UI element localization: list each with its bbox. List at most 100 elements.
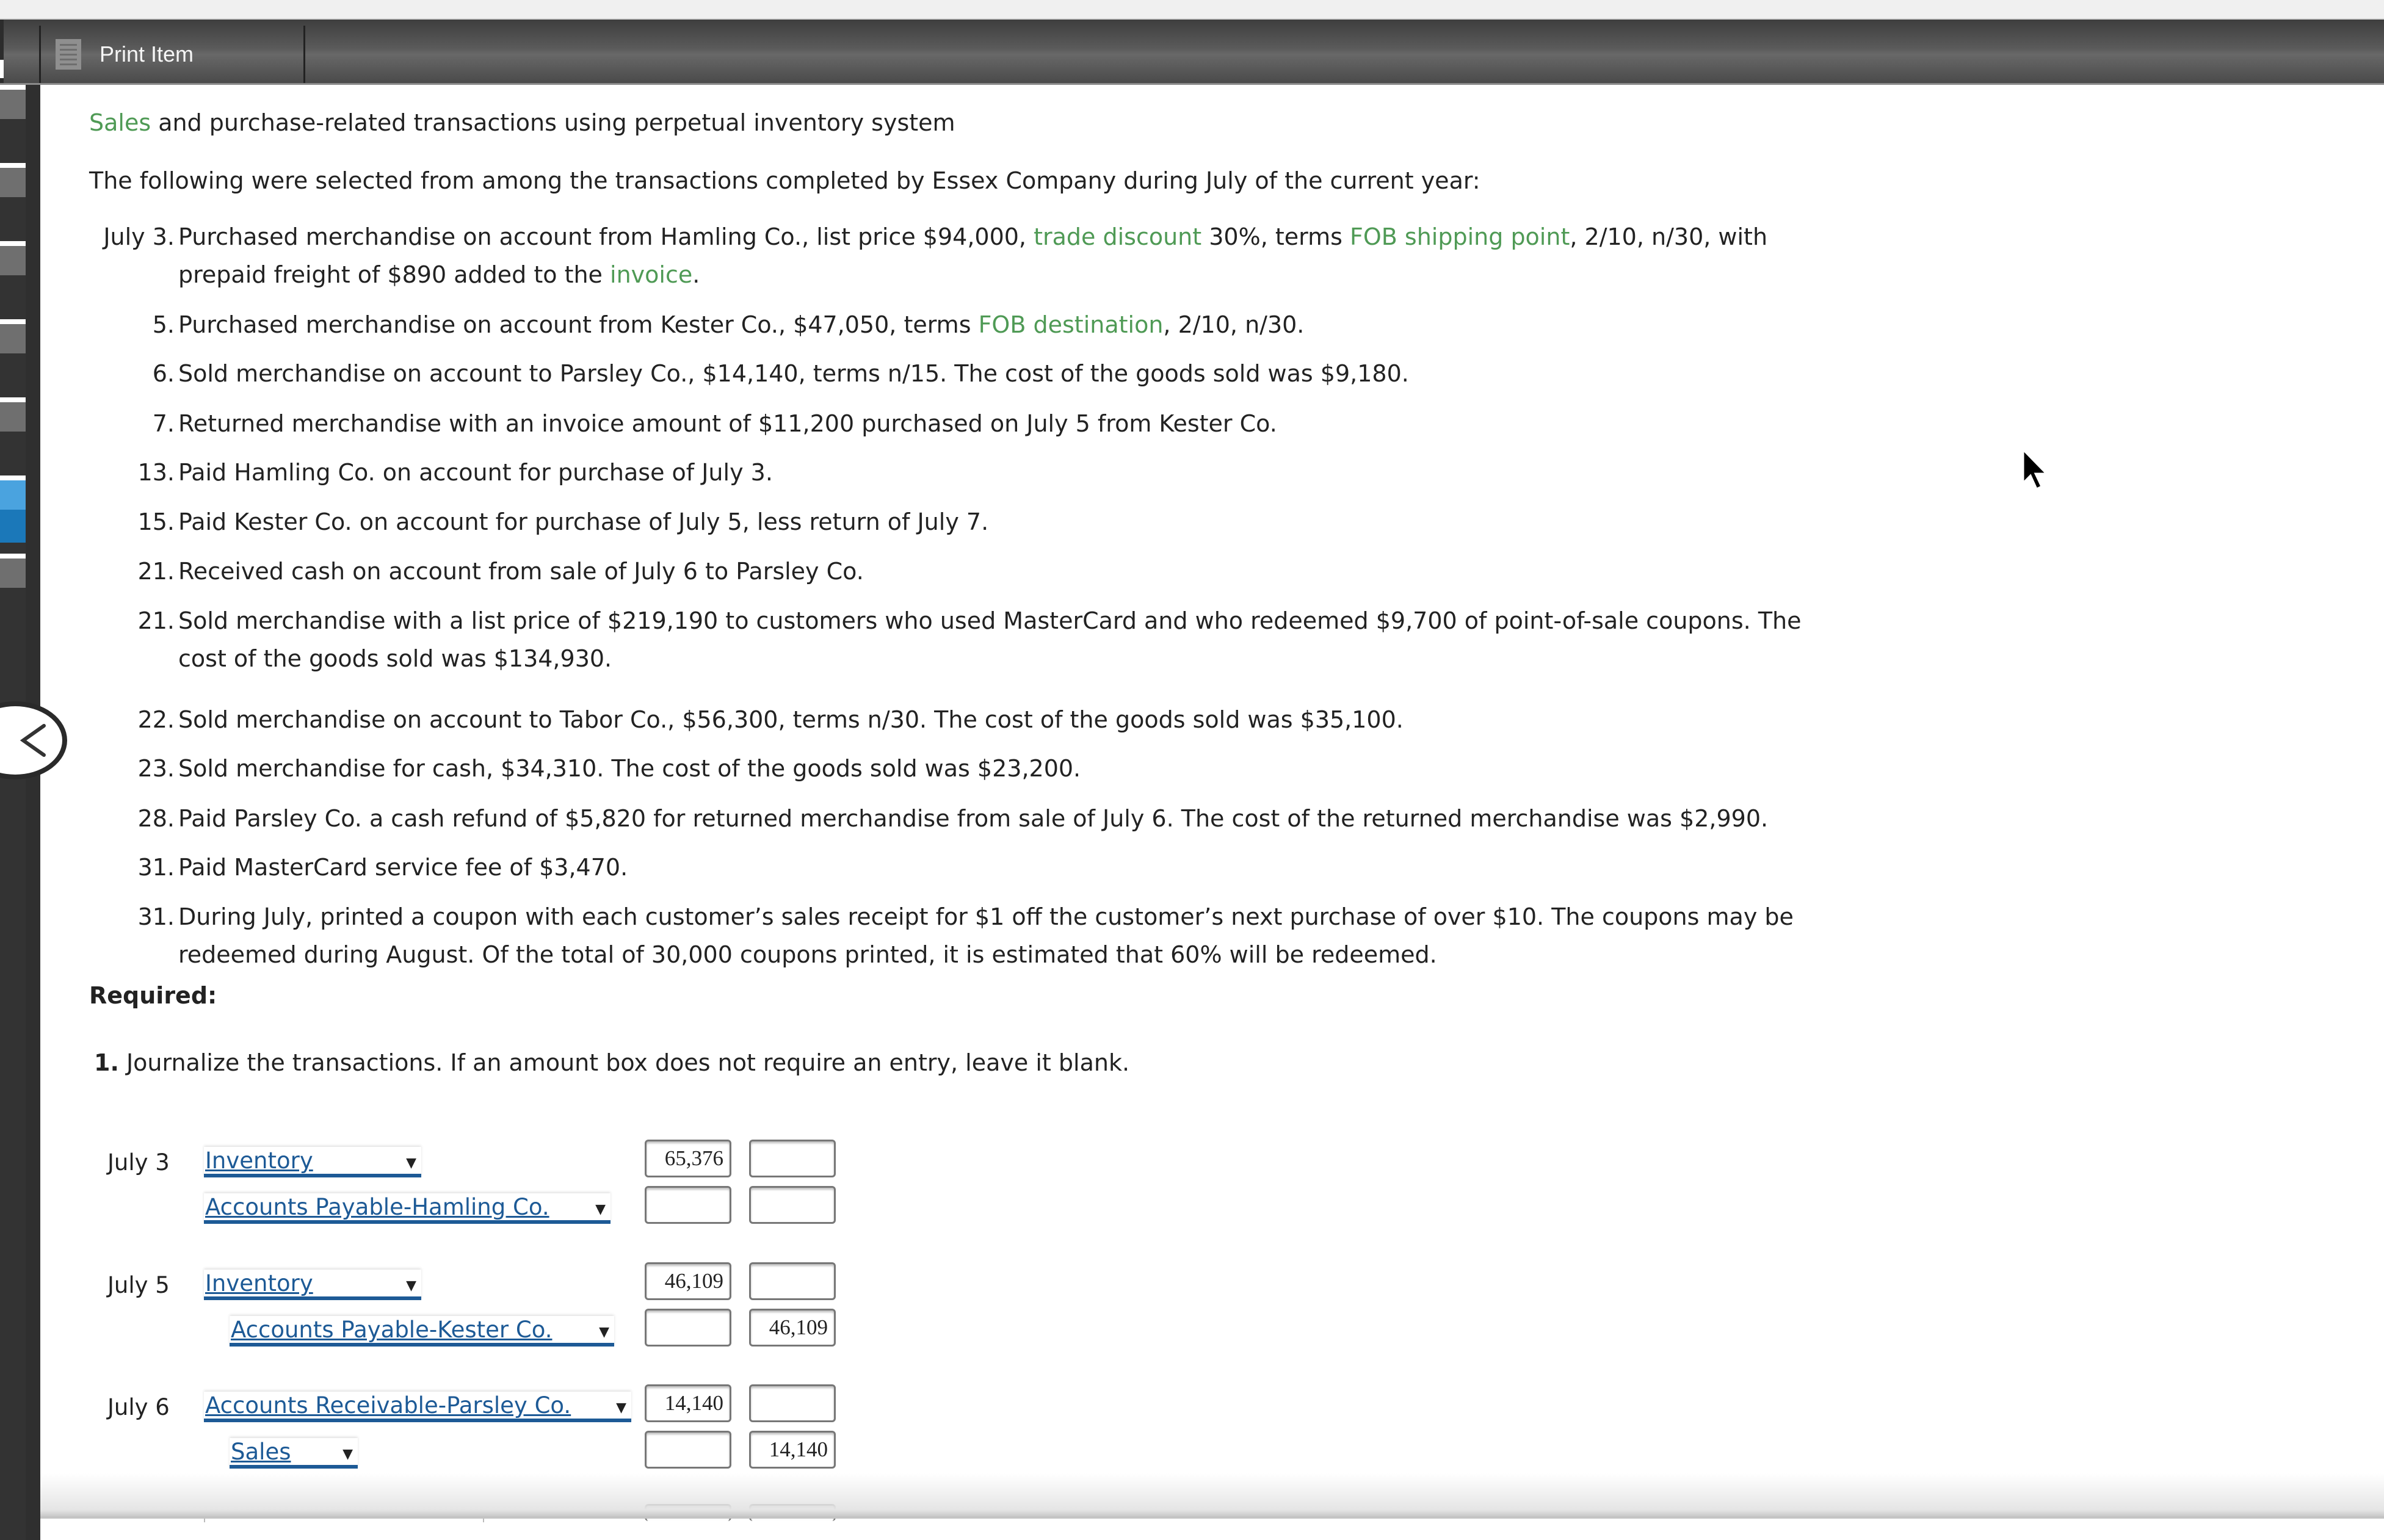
dropdown-caret-icon: ▼ [342, 1447, 353, 1462]
transaction-number: 15. [137, 508, 175, 535]
required-instruction: 1. Journalize the transactions. If an am… [94, 1049, 1130, 1076]
transaction-number: 6. [152, 360, 175, 387]
transaction-text-segment: Paid Kester Co. on account for purchase … [178, 508, 989, 535]
transaction-text: Paid Parsley Co. a cash refund of $5,820… [178, 800, 1768, 837]
transaction-text-segment: During July, printed a coupon with each … [178, 903, 1794, 930]
debit-amount-input[interactable]: 46,109 [645, 1262, 731, 1300]
transaction-text: Paid Kester Co. on account for purchase … [178, 503, 988, 541]
account-select[interactable]: Inventory ▼ [204, 1147, 421, 1177]
transaction-number: 5. [152, 311, 175, 338]
transaction-number: 23. [137, 755, 175, 782]
transaction-text-segment: prepaid freight of $890 added to the [178, 261, 610, 288]
transaction-number: 31. [137, 854, 175, 881]
transaction-text-segment: 30%, terms [1201, 223, 1350, 250]
dropdown-caret-icon: ▼ [595, 1202, 606, 1217]
transaction-text-segment: , 2/10, n/30, with [1570, 223, 1768, 250]
account-select-value: Sales [231, 1439, 291, 1465]
transaction-text: Sold merchandise on account to Tabor Co.… [178, 701, 1404, 739]
credit-amount-input[interactable]: 46,109 [749, 1309, 836, 1347]
transaction-text-segment: Purchased merchandise on account from Ha… [178, 223, 1034, 250]
entry-date: July 3 [107, 1149, 170, 1176]
dropdown-caret-icon: ▼ [616, 1400, 626, 1415]
glossary-link[interactable]: FOB shipping point [1350, 223, 1570, 250]
sidebar-tab-5[interactable] [0, 397, 26, 465]
transaction-text: Sold merchandise on account to Parsley C… [178, 355, 1409, 392]
question-content: Sales and purchase-related transactions … [40, 85, 2384, 1522]
account-select[interactable]: Sales ▼ [230, 1438, 358, 1469]
scroll-fade [40, 1473, 2384, 1516]
transaction-text: Sold merchandise with a list price of $2… [178, 602, 1802, 640]
account-select-value: Inventory [205, 1270, 313, 1296]
sidebar-tab-7[interactable] [0, 554, 26, 621]
account-select-value: Accounts Payable-Kester Co. [231, 1317, 553, 1343]
sales-link[interactable]: Sales [89, 109, 151, 136]
sidebar-tab-4[interactable] [0, 319, 26, 386]
sidebar-tab-6-active[interactable] [0, 475, 26, 543]
toolbar: Print Item [0, 20, 2384, 85]
transaction-number: July 3. [103, 223, 175, 250]
sidebar-track [26, 85, 40, 1540]
transaction-text-segment: Paid Hamling Co. on account for purchase… [178, 459, 773, 486]
transaction-text: Purchased merchandise on account from Ha… [178, 218, 1767, 256]
glossary-link[interactable]: invoice [610, 261, 692, 288]
transaction-number: 22. [137, 706, 175, 733]
transaction-text: prepaid freight of $890 added to the inv… [178, 256, 700, 294]
transaction-text-segment: Paid Parsley Co. a cash refund of $5,820… [178, 805, 1769, 832]
document-icon [56, 39, 81, 70]
account-select[interactable]: Accounts Payable-Hamling Co. ▼ [204, 1193, 610, 1224]
debit-amount-input[interactable] [645, 1186, 731, 1224]
entry-date: July 6 [107, 1394, 170, 1420]
content-bottom-edge [40, 1516, 2384, 1519]
transaction-text-segment: Sold merchandise on account to Tabor Co.… [178, 706, 1404, 733]
glossary-link[interactable]: FOB destination [979, 311, 1164, 338]
transaction-text-segment: Returned merchandise with an invoice amo… [178, 410, 1277, 437]
credit-amount-input[interactable] [749, 1262, 836, 1300]
credit-amount-input[interactable]: 14,140 [749, 1431, 836, 1469]
sidebar-tab-3[interactable] [0, 241, 26, 308]
transaction-text-segment: . [692, 261, 700, 288]
account-select[interactable]: Inventory ▼ [204, 1270, 421, 1300]
transaction-number: 31. [137, 903, 175, 930]
debit-amount-input[interactable] [645, 1431, 731, 1469]
transaction-text-segment: Purchased merchandise on account from Ke… [178, 311, 979, 338]
mouse-cursor-icon [2022, 449, 2049, 491]
debit-amount-input[interactable] [645, 1309, 731, 1347]
credit-amount-input[interactable] [749, 1384, 836, 1422]
credit-amount-input[interactable] [749, 1186, 836, 1224]
sidebar-tab-1[interactable] [0, 85, 26, 152]
dropdown-caret-icon: ▼ [406, 1155, 416, 1171]
transaction-text: cost of the goods sold was $134,930. [178, 640, 612, 678]
question-nav-sidebar [0, 85, 67, 1540]
transaction-text: Returned merchandise with an invoice amo… [178, 405, 1277, 443]
browser-top-strip [0, 0, 2384, 20]
transaction-text: Sold merchandise for cash, $34,310. The … [178, 750, 1081, 787]
transaction-text-segment: Received cash on account from sale of Ju… [178, 558, 864, 585]
print-item-button[interactable]: Print Item [39, 26, 305, 83]
transaction-text-segment: , 2/10, n/30. [1163, 311, 1305, 338]
account-select-value: Accounts Payable-Hamling Co. [205, 1194, 549, 1220]
debit-amount-input[interactable]: 14,140 [645, 1384, 731, 1422]
dropdown-caret-icon: ▼ [406, 1278, 416, 1293]
sidebar-tab-2[interactable] [0, 163, 26, 230]
transaction-text-segment: cost of the goods sold was $134,930. [178, 645, 612, 672]
transaction-text: Received cash on account from sale of Ju… [178, 552, 864, 590]
transaction-text: redeemed during August. Of the total of … [178, 936, 1437, 974]
transaction-text-segment: redeemed during August. Of the total of … [178, 941, 1437, 968]
account-select-value: Inventory [205, 1148, 313, 1174]
account-select[interactable]: Accounts Payable-Kester Co. ▼ [230, 1316, 614, 1347]
transaction-number: 21. [137, 558, 175, 585]
transaction-text: Paid Hamling Co. on account for purchase… [178, 454, 773, 491]
glossary-link[interactable]: trade discount [1034, 223, 1201, 250]
account-select[interactable]: Accounts Receivable-Parsley Co. ▼ [204, 1392, 631, 1422]
required-heading: Required: [89, 982, 217, 1009]
transaction-text-segment: Sold merchandise with a list price of $2… [178, 607, 1802, 634]
transaction-number: 21. [137, 607, 175, 634]
transaction-text-segment: Paid MasterCard service fee of $3,470. [178, 854, 628, 881]
toolbar-left-marker [0, 60, 4, 78]
print-item-label: Print Item [100, 42, 194, 67]
credit-amount-input[interactable] [749, 1140, 836, 1177]
transaction-text: Paid MasterCard service fee of $3,470. [178, 848, 628, 886]
dropdown-caret-icon: ▼ [599, 1325, 609, 1340]
debit-amount-input[interactable]: 65,376 [645, 1140, 731, 1177]
transaction-number: 13. [137, 459, 175, 486]
